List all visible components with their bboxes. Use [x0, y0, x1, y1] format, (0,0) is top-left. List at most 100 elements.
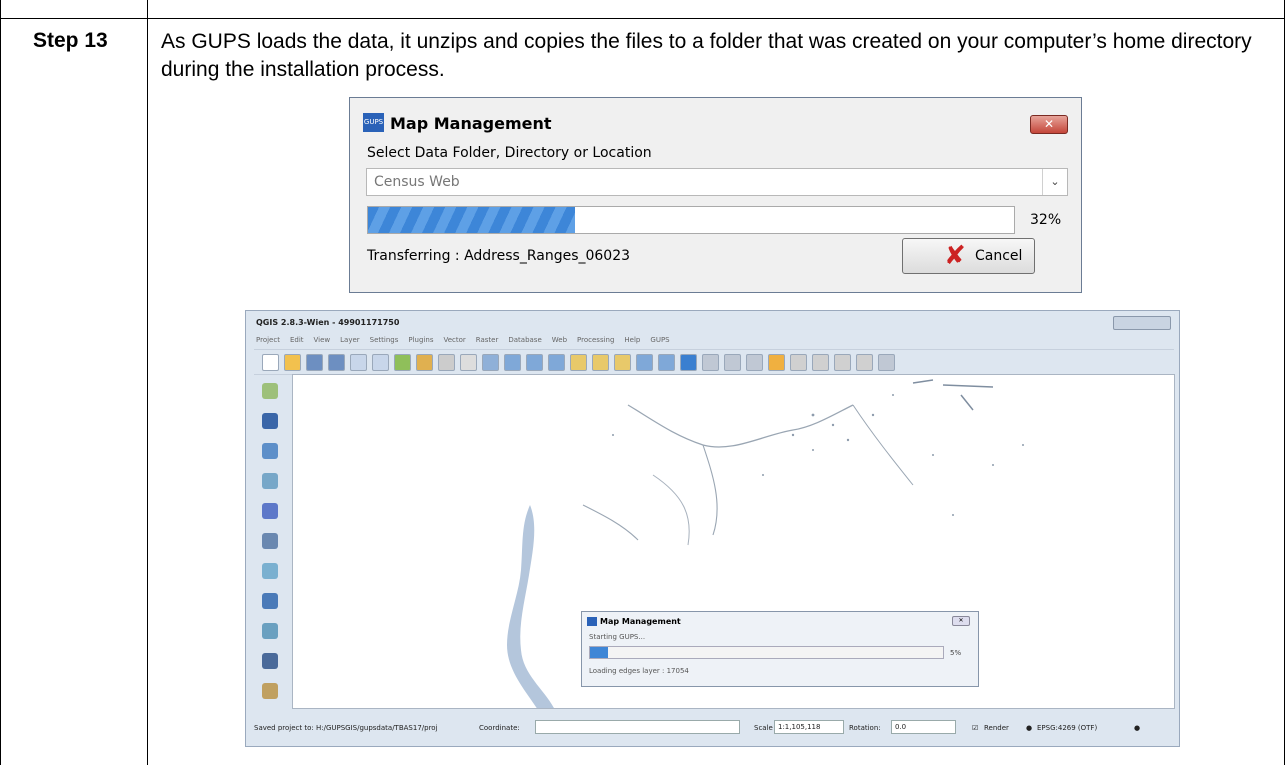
toolbar-button[interactable] [680, 354, 697, 371]
qgis-window: QGIS 2.8.3-Wien - 49901171750 Project Edi… [245, 310, 1180, 747]
menu-item[interactable]: View [314, 336, 331, 344]
toolbar-button[interactable] [702, 354, 719, 371]
menu-item[interactable]: Vector [443, 336, 465, 344]
menu-item[interactable]: GUPS [650, 336, 669, 344]
window-controls[interactable] [1113, 316, 1171, 330]
add-layer-button[interactable] [262, 563, 278, 579]
select-label: Select Data Folder, Directory or Locatio… [367, 145, 652, 161]
progress-bar [367, 206, 1015, 234]
road-lines [912, 379, 994, 411]
add-layer-button[interactable] [262, 683, 278, 699]
toolbar-button[interactable] [570, 354, 587, 371]
toolbar-button[interactable] [482, 354, 499, 371]
add-layer-button[interactable] [262, 593, 278, 609]
messages-icon[interactable]: ● [1134, 724, 1140, 732]
menu-item[interactable]: Project [256, 336, 280, 344]
close-button[interactable]: ✕ [952, 616, 970, 626]
menu-item[interactable]: Settings [370, 336, 399, 344]
menu-item[interactable]: Layer [340, 336, 360, 344]
toolbar-button[interactable] [658, 354, 675, 371]
toolbar-button[interactable] [724, 354, 741, 371]
location-combo[interactable]: Census Web ⌄ [366, 168, 1068, 196]
toolbar-button[interactable] [636, 354, 653, 371]
add-layer-button[interactable] [262, 383, 278, 399]
add-layer-button[interactable] [262, 623, 278, 639]
crs-text[interactable]: EPSG:4269 (OTF) [1037, 724, 1097, 732]
toolbar-button[interactable] [856, 354, 873, 371]
add-layer-button[interactable] [262, 653, 278, 669]
toolbar-button[interactable] [746, 354, 763, 371]
gups-logo-icon [587, 617, 597, 626]
menu-item[interactable]: Processing [577, 336, 614, 344]
toolbar-button[interactable] [394, 354, 411, 371]
table-row-divider [1, 18, 1284, 19]
cancel-button[interactable]: ✘ Cancel [902, 238, 1035, 274]
combo-value: Census Web [374, 174, 460, 190]
add-layer-button[interactable] [262, 443, 278, 459]
dialog-title: Map Management [390, 114, 552, 133]
step-description: As GUPS loads the data, it unzips and co… [161, 30, 1252, 81]
cancel-x-icon: ✘ [944, 241, 966, 271]
menu-item[interactable]: Database [508, 336, 541, 344]
toolbar-button[interactable] [504, 354, 521, 371]
add-layer-button[interactable] [262, 533, 278, 549]
scale-select[interactable]: 1:1,105,118 [774, 720, 844, 734]
add-layer-button[interactable] [262, 473, 278, 489]
saved-project-text: Saved project to: H:/GUPSGIS/gupsdata/TB… [254, 724, 438, 732]
coordinate-input[interactable] [535, 720, 740, 734]
menu-item[interactable]: Edit [290, 336, 304, 344]
inner-loading-text: Loading edges layer : 17054 [589, 667, 689, 675]
qgis-title: QGIS 2.8.3-Wien - 49901171750 [256, 318, 400, 327]
toolbar-button[interactable] [614, 354, 631, 371]
inner-map-management-dialog: Map Management ✕ Starting GUPS... 5% Loa… [581, 611, 979, 687]
map-canvas[interactable]: Map Management ✕ Starting GUPS... 5% Loa… [292, 374, 1175, 709]
toolbar-button[interactable] [526, 354, 543, 371]
coordinate-label: Coordinate: [479, 724, 520, 732]
toolbar-button[interactable] [262, 354, 279, 371]
render-checkbox-icon[interactable]: ☑ [972, 724, 978, 732]
menu-item[interactable]: Plugins [408, 336, 433, 344]
layer-toolbar [250, 375, 288, 710]
toolbar-button[interactable] [460, 354, 477, 371]
menu-item[interactable]: Raster [476, 336, 499, 344]
toolbar-button[interactable] [306, 354, 323, 371]
toolbar-button[interactable] [812, 354, 829, 371]
inner-progress-fill [590, 647, 608, 658]
table-column-divider [147, 0, 148, 765]
toolbar-button[interactable] [350, 354, 367, 371]
toolbar-button[interactable] [372, 354, 389, 371]
toolbar-button[interactable] [834, 354, 851, 371]
menu-item[interactable]: Help [624, 336, 640, 344]
toolbar-button[interactable] [548, 354, 565, 371]
inner-progress-percent: 5% [950, 649, 962, 657]
river-line [582, 504, 639, 541]
cancel-label: Cancel [975, 248, 1023, 264]
toolbar-button[interactable] [592, 354, 609, 371]
gups-logo-icon: GUPS [363, 113, 384, 132]
close-button[interactable]: ✕ [1030, 115, 1068, 134]
toolbar-button[interactable] [768, 354, 785, 371]
toolbar-button[interactable] [416, 354, 433, 371]
river-line [627, 404, 854, 448]
step-label: Step 13 [33, 29, 108, 52]
add-layer-button[interactable] [262, 413, 278, 429]
inner-dialog-title: Map Management [600, 617, 681, 626]
menu-item[interactable]: Web [552, 336, 567, 344]
chevron-down-icon[interactable]: ⌄ [1042, 169, 1067, 195]
menu-bar: Project Edit View Layer Settings Plugins Vecto… [256, 335, 680, 347]
toolbar-button[interactable] [878, 354, 895, 371]
river-line [652, 474, 690, 546]
transfer-status: Transferring : Address_Ranges_06023 [367, 248, 631, 264]
rotation-input[interactable]: 0.0 [891, 720, 956, 734]
add-layer-button[interactable] [262, 503, 278, 519]
main-toolbar [254, 349, 1174, 375]
toolbar-button[interactable] [328, 354, 345, 371]
toolbar-button[interactable] [790, 354, 807, 371]
river-line [852, 404, 914, 486]
toolbar-button[interactable] [284, 354, 301, 371]
toolbar-button[interactable] [438, 354, 455, 371]
inner-status: Starting GUPS... [589, 633, 646, 641]
map-management-dialog: GUPS Map Management ✕ Select Data Folder… [349, 97, 1082, 293]
river-shape [507, 505, 554, 708]
crs-globe-icon[interactable]: ● [1026, 724, 1032, 732]
